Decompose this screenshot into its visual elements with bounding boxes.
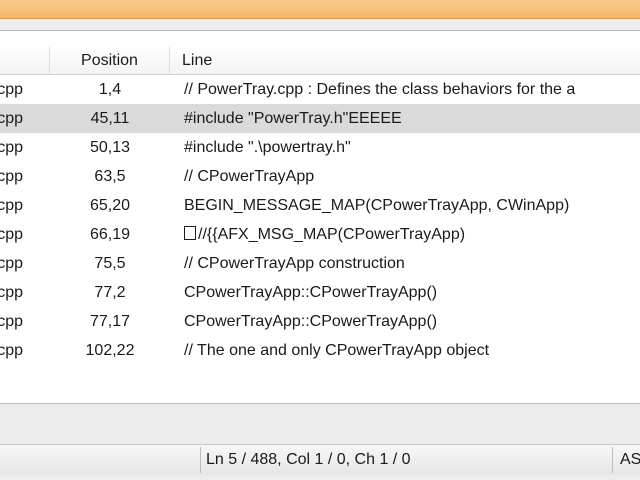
result-line: CPowerTrayApp::CPowerTrayApp() <box>184 307 640 336</box>
result-file: y.cpp <box>0 284 24 301</box>
result-row[interactable]: y.cpp 50,13 #include ".\powertray.h" <box>0 133 640 162</box>
result-position: 1,4 <box>98 81 122 98</box>
result-line: #include ".\powertray.h" <box>184 133 640 162</box>
result-position: 50,13 <box>89 139 131 156</box>
result-file: y.cpp <box>0 139 24 156</box>
result-line: //{{AFX_MSG_MAP(CPowerTrayApp) <box>184 220 640 249</box>
result-row[interactable]: y.cpp 77,2 CPowerTrayApp::CPowerTrayApp() <box>0 278 640 307</box>
result-line-text: // CPowerTrayApp <box>184 168 315 185</box>
result-line: // CPowerTrayApp <box>184 162 640 191</box>
status-cursor-position: Ln 5 / 488, Col 1 / 0, Ch 1 / 0 <box>206 451 411 468</box>
result-file: y.cpp <box>0 168 24 185</box>
result-line-text: //{{AFX_MSG_MAP(CPowerTrayApp) <box>198 226 466 243</box>
find-results-panel: Position Line y.cpp 1,4 // PowerTray.cpp :… <box>0 30 640 404</box>
result-file: y.cpp <box>0 81 24 98</box>
result-row[interactable]: y.cpp 1,4 // PowerTray.cpp : Defines the c… <box>0 75 640 104</box>
status-mode: AS <box>620 451 640 468</box>
column-header-line[interactable]: Line <box>170 47 640 74</box>
result-line-text: // The one and only CPowerTrayApp object <box>184 342 490 359</box>
result-line: #include "PowerTray.h"EEEEE <box>184 104 640 133</box>
result-file: y.cpp <box>0 110 24 127</box>
result-position: 75,5 <box>94 255 126 272</box>
result-position: 77,2 <box>94 284 126 301</box>
result-file: y.cpp <box>0 255 24 272</box>
result-file: y.cpp <box>0 342 24 359</box>
result-line: CPowerTrayApp::CPowerTrayApp() <box>184 278 640 307</box>
result-row[interactable]: y.cpp 77,17 CPowerTrayApp::CPowerTrayApp() <box>0 307 640 336</box>
result-line-text: #include ".\powertray.h" <box>184 139 351 156</box>
column-header-file[interactable] <box>0 47 50 74</box>
result-file: y.cpp <box>0 313 24 330</box>
result-position: 66,19 <box>89 226 131 243</box>
result-line: // The one and only CPowerTrayApp object <box>184 336 640 365</box>
result-line-text: CPowerTrayApp::CPowerTrayApp() <box>184 284 438 301</box>
result-line-text: #include "PowerTray.h"EEEEE <box>184 110 402 127</box>
result-file: y.cpp <box>0 197 24 214</box>
result-line-text: CPowerTrayApp::CPowerTrayApp() <box>184 313 438 330</box>
result-line-text: BEGIN_MESSAGE_MAP(CPowerTrayApp, CWinApp… <box>184 197 570 214</box>
status-bar: Ln 5 / 488, Col 1 / 0, Ch 1 / 0 AS <box>0 444 640 475</box>
result-position: 63,5 <box>94 168 126 185</box>
result-row[interactable]: y.cpp 102,22 // The one and only CPowerTra… <box>0 336 640 365</box>
result-position: 65,20 <box>89 197 131 214</box>
result-line-text: // CPowerTrayApp construction <box>184 255 405 272</box>
result-line: BEGIN_MESSAGE_MAP(CPowerTrayApp, CWinApp… <box>184 191 640 220</box>
result-row[interactable]: y.cpp 66,19 //{{AFX_MSG_MAP(CPowerTrayApp) <box>0 220 640 249</box>
results-header: Position Line <box>0 47 640 75</box>
result-position: 45,11 <box>90 110 130 127</box>
result-line: // CPowerTrayApp construction <box>184 249 640 278</box>
result-row[interactable]: y.cpp 75,5 // CPowerTrayApp construction <box>0 249 640 278</box>
result-line-text: // PowerTray.cpp : Defines the class beh… <box>184 81 576 98</box>
editor-window: Position Line y.cpp 1,4 // PowerTray.cpp :… <box>0 0 640 480</box>
result-position: 77,17 <box>89 313 131 330</box>
result-row[interactable]: y.cpp 65,20 BEGIN_MESSAGE_MAP(CPowerTrayAp… <box>0 191 640 220</box>
result-row[interactable]: y.cpp 45,11 #include "PowerTray.h"EEEEE <box>0 104 640 133</box>
result-row[interactable]: y.cpp 63,5 // CPowerTrayApp <box>0 162 640 191</box>
results-list: y.cpp 1,4 // PowerTray.cpp : Defines the c… <box>0 75 640 365</box>
result-file: y.cpp <box>0 226 24 243</box>
result-position: 102,22 <box>85 342 135 359</box>
column-header-position[interactable]: Position <box>50 47 170 74</box>
unprintable-char-icon <box>184 226 196 240</box>
result-line: // PowerTray.cpp : Defines the class beh… <box>184 75 640 104</box>
status-separator <box>612 447 613 473</box>
title-bar <box>0 0 640 19</box>
status-separator <box>200 447 201 473</box>
